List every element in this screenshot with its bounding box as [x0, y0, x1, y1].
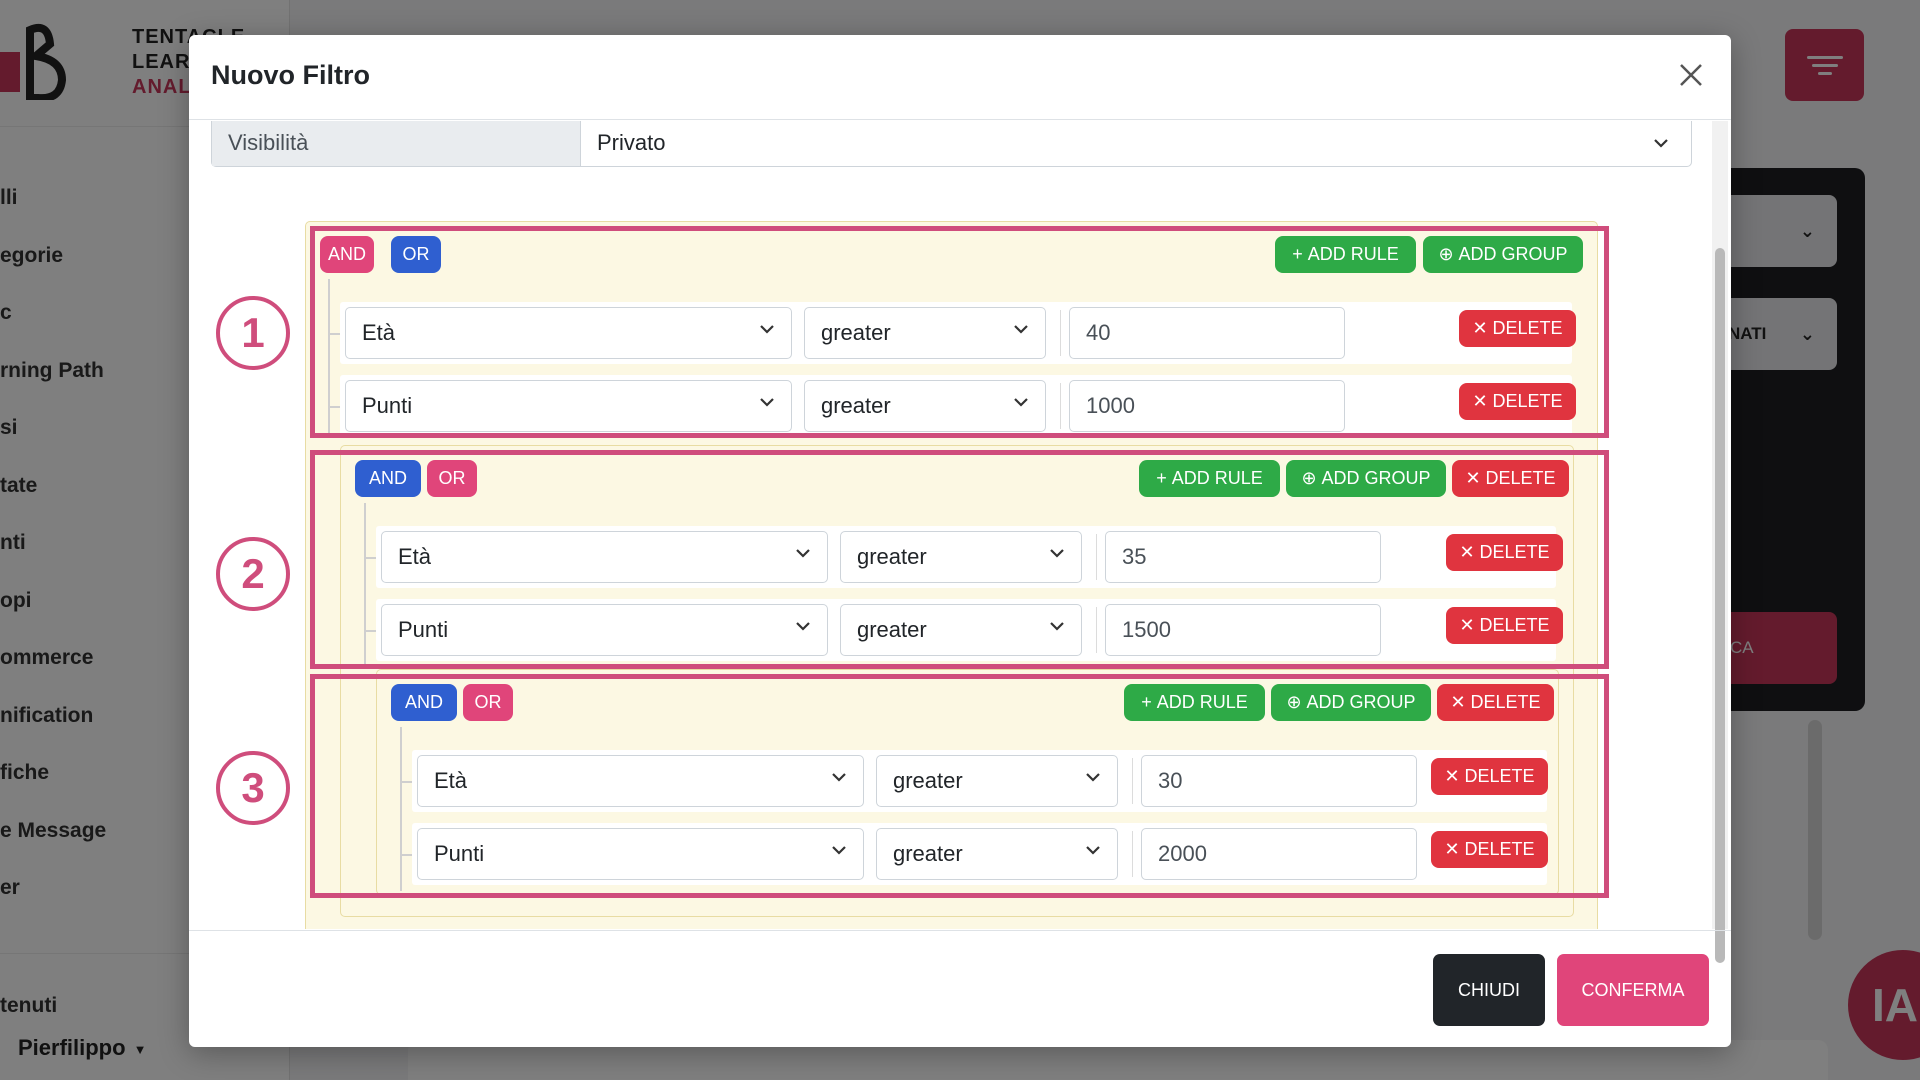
confirm-button[interactable]: CONFERMA: [1557, 954, 1709, 1026]
close-modal-button[interactable]: CHIUDI: [1433, 954, 1545, 1026]
modal-header: Nuovo Filtro: [189, 35, 1731, 120]
highlight-box: [310, 674, 1609, 898]
new-filter-modal: Nuovo Filtro Visibilità Privato AND OR +…: [189, 35, 1731, 1047]
scrollbar-thumb[interactable]: [1715, 248, 1725, 963]
visibility-label: Visibilità: [212, 121, 581, 166]
annotation-number: 2: [216, 537, 290, 611]
highlight-box: [310, 450, 1609, 669]
visibility-row: Visibilità Privato: [211, 121, 1692, 167]
chevron-down-icon: [1654, 139, 1668, 148]
annotation-number: 1: [216, 296, 290, 370]
close-icon: [1680, 64, 1702, 86]
modal-scrollbar[interactable]: [1712, 121, 1728, 963]
annotation-number: 3: [216, 751, 290, 825]
highlight-box: [310, 226, 1609, 438]
modal-title: Nuovo Filtro: [211, 60, 370, 90]
visibility-select[interactable]: Privato: [581, 121, 1691, 166]
close-button[interactable]: [1665, 49, 1717, 101]
modal-body: Visibilità Privato AND OR + ADD RULE ⊕ ADD…: [189, 121, 1731, 929]
modal-footer: CHIUDI CONFERMA: [189, 930, 1731, 1047]
